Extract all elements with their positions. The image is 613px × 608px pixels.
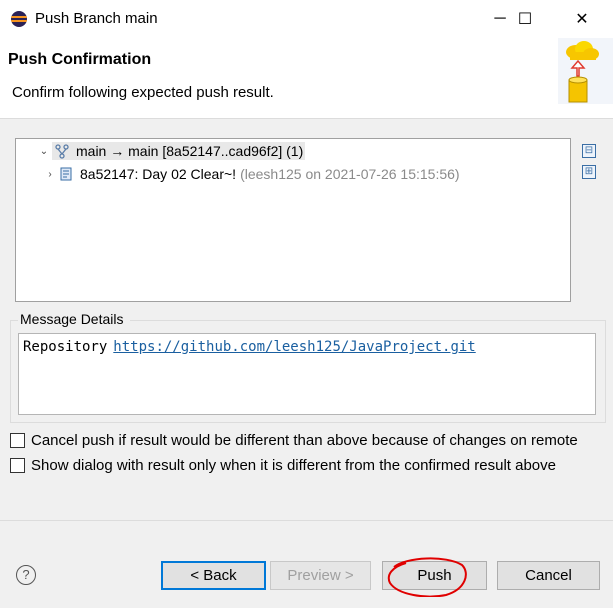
back-button[interactable]: < Back (161, 561, 266, 590)
message-details-label: Message Details (19, 311, 125, 327)
show-dialog-only-if-different-option[interactable]: Show dialog with result only when it is … (10, 457, 556, 474)
repository-label: Repository (23, 339, 108, 355)
ref-update-label: main → main [8a52147..cad96f2] (1) (76, 143, 304, 159)
expand-all-icon[interactable]: ⊞ (582, 165, 596, 179)
header-message: Confirm following expected push result. (12, 84, 274, 101)
cancel-if-different-checkbox[interactable] (10, 433, 25, 448)
maximize-button[interactable]: ☐ (502, 0, 548, 38)
cloud-push-icon (558, 38, 613, 104)
tree-item-commit[interactable]: › 8a52147: Day 02 Clear~! (leesh125 on 2… (42, 163, 460, 185)
expand-chevron-icon[interactable]: › (42, 169, 58, 180)
push-button[interactable]: Push (382, 561, 487, 590)
commit-label: 8a52147: Day 02 Clear~! (80, 166, 237, 182)
collapse-all-icon[interactable]: ⊟ (582, 144, 596, 158)
page-title: Push Confirmation (8, 51, 152, 68)
message-details-text[interactable]: Repository https://github.com/leesh125/Ja… (18, 333, 596, 415)
cancel-if-different-option[interactable]: Cancel push if result would be different… (10, 432, 578, 449)
tree-item-ref-update[interactable]: ⌄ main → main [8a52147..cad96f2] (1) (36, 140, 306, 162)
dialog-header: Push Confirmation Confirm following expe… (0, 38, 613, 119)
close-button[interactable]: ✕ (559, 0, 605, 38)
footer-divider (0, 520, 613, 521)
push-result-tree[interactable]: ⌄ main → main [8a52147..cad96f2] (1) › 8… (15, 138, 571, 302)
window-titlebar: Push Branch main ─ ☐ ✕ (0, 0, 613, 38)
collapse-chevron-icon[interactable]: ⌄ (36, 146, 52, 157)
commit-icon (60, 167, 72, 181)
show-dialog-only-if-different-label: Show dialog with result only when it is … (31, 457, 556, 474)
help-icon[interactable]: ? (16, 565, 36, 585)
window-title: Push Branch main (35, 10, 158, 27)
cancel-if-different-label: Cancel push if result would be different… (31, 432, 578, 449)
repository-link[interactable]: https://github.com/leesh125/JavaProject.… (113, 339, 475, 355)
eclipse-icon (11, 11, 27, 27)
show-dialog-only-if-different-checkbox[interactable] (10, 458, 25, 473)
preview-button[interactable]: Preview > (270, 561, 371, 590)
branch-icon (55, 144, 69, 159)
cancel-button[interactable]: Cancel (497, 561, 600, 590)
commit-meta: (leesh125 on 2021-07-26 15:15:56) (240, 166, 460, 182)
